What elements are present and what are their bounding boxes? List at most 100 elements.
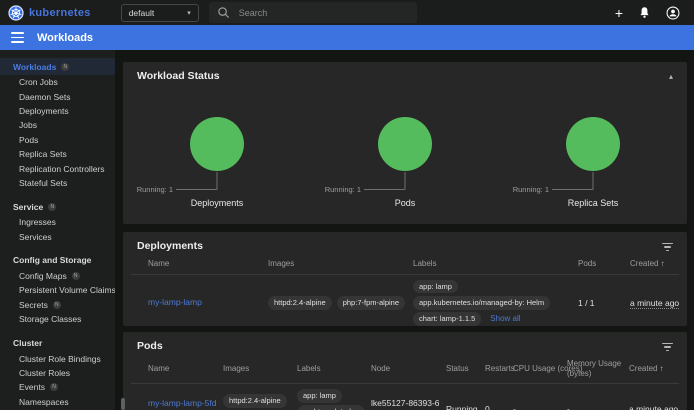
image-chip: httpd:2.4-alpine — [223, 394, 287, 408]
sidebar-item-stateful-sets[interactable]: Stateful Sets — [0, 176, 115, 190]
sidebar-item-config-and-storage[interactable]: Config and Storage — [0, 252, 115, 269]
col-restarts[interactable]: Restarts — [485, 364, 513, 374]
sort-arrow-icon: ↑ — [660, 259, 664, 268]
pods-table-header: Name Images Labels Node Status Restarts … — [131, 356, 679, 384]
image-chip: httpd:2.4-alpine — [268, 296, 332, 310]
sidebar-scrollbar-thumb[interactable] — [121, 398, 125, 410]
sidebar-item-persistent-volume-claims[interactable]: Persistent Volume Claims N — [0, 283, 115, 297]
sidebar-item-cron-jobs[interactable]: Cron Jobs — [0, 75, 115, 89]
col-created[interactable]: Created↑ — [630, 259, 679, 269]
label-chip: app: lamp — [413, 280, 458, 294]
sidebar-item-namespaces[interactable]: Namespaces — [0, 395, 115, 409]
replica-sets-pie-slice — [566, 117, 620, 171]
namespace-selector[interactable]: default ▾ — [121, 4, 199, 22]
replica-sets-status-chart[interactable]: Running: 1 Replica Sets — [499, 88, 687, 208]
col-created[interactable]: Created↑ — [629, 364, 679, 374]
col-pods[interactable]: Pods — [578, 259, 630, 269]
pods-status-chart[interactable]: Running: 1 Pods — [311, 88, 499, 208]
image-chip: php:7-fpm-alpine — [337, 296, 405, 310]
sidebar-item-pods[interactable]: Pods — [0, 133, 115, 147]
filter-icon[interactable] — [662, 341, 673, 352]
top-bar: kubernetes default ▾ + — [0, 0, 694, 25]
main-content: Workload Status ▴ Running: 1 Deployments — [115, 50, 694, 410]
col-node[interactable]: Node — [371, 364, 446, 374]
sidebar-item-workloads[interactable]: Workloads N — [0, 58, 115, 75]
sidebar-item-ingresses[interactable]: Ingresses — [0, 215, 115, 229]
notifications-bell-icon[interactable] — [638, 6, 651, 19]
sidebar-item-config-maps[interactable]: Config Maps N — [0, 269, 115, 283]
namespaced-badge-icon: N — [50, 383, 58, 391]
label-chip: app: lamp — [297, 389, 342, 403]
pod-restarts: 0 — [485, 404, 513, 410]
sidebar-item-cluster[interactable]: Cluster — [0, 334, 115, 351]
kubernetes-wheel-icon — [8, 5, 24, 21]
pod-table-row[interactable]: my-lamp-lamp-5fd985cf68-jwvz4 httpd:2.4-… — [131, 384, 679, 410]
col-memory-usage[interactable]: Memory Usage (bytes) — [567, 359, 629, 378]
pod-name-link[interactable]: my-lamp-lamp-5fd985cf68-jwvz4 — [148, 398, 217, 410]
page-toolbar: Workloads — [0, 25, 694, 50]
sidebar-item-replica-sets[interactable]: Replica Sets — [0, 147, 115, 161]
col-status[interactable]: Status — [446, 364, 485, 374]
menu-icon[interactable] — [11, 32, 24, 42]
created-timestamp: a minute ago — [630, 298, 679, 309]
create-button[interactable]: + — [615, 6, 623, 20]
node-name: lke55127-86393-622f8d09399a — [371, 398, 446, 410]
col-name[interactable]: Name — [148, 364, 223, 374]
col-cpu-usage[interactable]: CPU Usage (cores) — [513, 364, 567, 374]
created-timestamp: a minute ago — [629, 404, 678, 410]
brand-name: kubernetes — [29, 7, 91, 19]
pod-memory-usage: - — [567, 404, 629, 410]
sidebar-item-jobs[interactable]: Jobs — [0, 118, 115, 132]
chart-legend: Running: 1 — [137, 185, 173, 194]
deployments-status-chart[interactable]: Running: 1 Deployments — [123, 88, 311, 208]
workload-status-card: Workload Status ▴ Running: 1 Deployments — [123, 62, 687, 224]
deployments-table-header: Name Images Labels Pods Created↑ — [131, 256, 679, 275]
search-icon — [217, 6, 230, 19]
chart-legend: Running: 1 — [325, 185, 361, 194]
sidebar-item-cluster-role-bindings[interactable]: Cluster Role Bindings — [0, 351, 115, 365]
sidebar-item-service[interactable]: Service N — [0, 198, 115, 215]
deployments-pie-slice — [190, 117, 244, 171]
namespaced-badge-icon: N — [53, 301, 61, 309]
pods-title: Pods — [137, 340, 163, 352]
deployment-name-link[interactable]: my-lamp-lamp — [148, 297, 202, 307]
sidebar-item-cluster-roles[interactable]: Cluster Roles — [0, 366, 115, 380]
deployment-table-row[interactable]: my-lamp-lamp httpd:2.4-alpine php:7-fpm-… — [131, 275, 679, 326]
sidebar-item-replication-controllers[interactable]: Replication Controllers — [0, 161, 115, 175]
kubernetes-logo[interactable]: kubernetes — [8, 5, 91, 21]
user-profile-icon[interactable] — [666, 6, 680, 20]
sort-arrow-icon: ↑ — [659, 364, 663, 373]
pod-status: Running — [446, 404, 485, 410]
collapse-caret-icon[interactable]: ▴ — [669, 72, 673, 81]
sidebar-item-deployments[interactable]: Deployments — [0, 104, 115, 118]
chart-title: Replica Sets — [499, 198, 687, 208]
label-chip: chart: lamp-1.1.5 — [413, 312, 481, 326]
deployments-title: Deployments — [137, 240, 203, 252]
show-all-link[interactable]: Show all — [490, 314, 520, 323]
pods-ratio: 1 / 1 — [578, 298, 630, 308]
workload-status-title: Workload Status — [137, 70, 220, 82]
pods-card: Pods Name Images Labels Node Status Rest… — [123, 332, 687, 410]
page-title: Workloads — [37, 32, 93, 44]
pod-cpu-usage: - — [513, 404, 567, 410]
col-labels[interactable]: Labels — [413, 259, 578, 269]
filter-icon[interactable] — [662, 241, 673, 252]
sidebar-item-storage-classes[interactable]: Storage Classes — [0, 312, 115, 326]
search-input[interactable] — [239, 8, 389, 18]
label-chip: app.kubernetes.io/managed-by: Helm — [413, 296, 550, 310]
col-images[interactable]: Images — [268, 259, 413, 269]
chart-title: Deployments — [123, 198, 311, 208]
sidebar-item-secrets[interactable]: Secrets N — [0, 298, 115, 312]
namespaced-badge-icon: N — [72, 272, 80, 280]
chart-legend: Running: 1 — [513, 185, 549, 194]
sidebar-item-events[interactable]: Events N — [0, 380, 115, 394]
col-images[interactable]: Images — [223, 364, 297, 374]
namespaced-badge-icon: N — [48, 203, 56, 211]
sidebar-item-services[interactable]: Services — [0, 230, 115, 244]
sidebar-nav: Workloads N Cron Jobs Daemon Sets Deploy… — [0, 50, 115, 410]
col-name[interactable]: Name — [148, 259, 268, 269]
col-labels[interactable]: Labels — [297, 364, 371, 374]
sidebar-item-daemon-sets[interactable]: Daemon Sets — [0, 89, 115, 103]
search-bar[interactable] — [209, 2, 417, 23]
namespaced-badge-icon: N — [61, 63, 69, 71]
